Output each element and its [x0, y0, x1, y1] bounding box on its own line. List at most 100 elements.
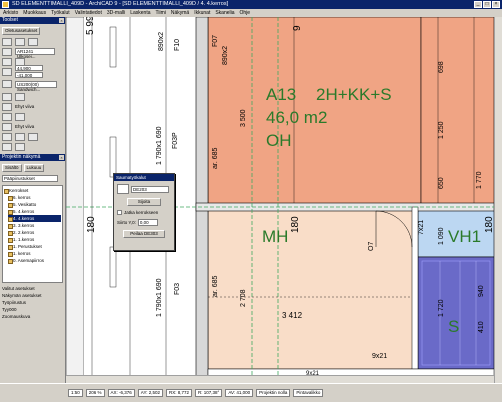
- tab-sisalto[interactable]: Sisältö: [2, 163, 22, 172]
- mirror-button[interactable]: Peilaa DE303: [123, 230, 165, 238]
- tree-item[interactable]: 1. kerros: [8, 250, 61, 257]
- tool-column[interactable]: [2, 112, 63, 121]
- navigator-view-select[interactable]: Pääpiirustukset: [2, 175, 58, 182]
- menu-item-tyokalut[interactable]: Työkalut: [51, 9, 70, 17]
- dim-1770: 1 770: [476, 171, 483, 189]
- tree-item[interactable]: Kerrokset: [4, 187, 61, 194]
- coordinate-icon: [2, 67, 12, 76]
- tree-item[interactable]: 4. 4.kerros: [8, 215, 61, 222]
- tree-item[interactable]: 1. 1.kerros: [8, 236, 61, 243]
- coord-field-2[interactable]: -41,000: [15, 72, 43, 78]
- element-type-field[interactable]: DE203: [131, 185, 169, 193]
- surface-menu[interactable]: Pintavalikko: [293, 389, 324, 397]
- footer-view-settings[interactable]: Näkymän asetukset: [2, 292, 63, 299]
- tree-item[interactable]: 0. Asemapiirros: [8, 257, 61, 264]
- menu-item-nakyma[interactable]: Näkymä: [171, 9, 189, 17]
- tool-dimension[interactable]: [2, 132, 63, 141]
- marquee-tool-icon[interactable]: [15, 37, 25, 46]
- footer-type[interactable]: Tyy000: [2, 306, 63, 313]
- place-button[interactable]: Sijoita: [127, 198, 161, 206]
- tool-slab[interactable]: US200(00) Sandwich...: [2, 77, 63, 92]
- close-button[interactable]: ×: [492, 1, 500, 8]
- coord-ay: AY: 2,502: [137, 389, 163, 397]
- menu-item-ohje[interactable]: Ohje: [240, 9, 251, 17]
- dim-180-b: 180: [290, 216, 301, 233]
- menu-item-valintatiedot[interactable]: Valintatiedot: [75, 9, 102, 17]
- dim-698: 698: [438, 61, 445, 73]
- room-a13-floor: OH: [266, 131, 292, 150]
- tool-fill[interactable]: Ehyt viiva: [2, 102, 63, 111]
- dim-f07: F07: [212, 34, 219, 47]
- toolbox-close-button[interactable]: ×: [59, 18, 64, 23]
- dim-ar685-a: ar. 685: [212, 147, 219, 169]
- coord-angle: R: 107,38°: [195, 389, 223, 397]
- tool-text[interactable]: Ehyt viiva: [2, 122, 63, 131]
- menu-item-ikkunat[interactable]: Ikkunat: [194, 9, 210, 17]
- tree-item[interactable]: 6. kerros: [8, 194, 61, 201]
- mesh-tool-icon[interactable]: [15, 92, 25, 101]
- tree-item[interactable]: 5. 4.kerros: [8, 208, 61, 215]
- vertical-scrollbar[interactable]: [494, 17, 502, 383]
- navigator-header-row: Pääpiirustukset: [2, 174, 63, 183]
- menu-item-skanelia[interactable]: Skanelia: [215, 9, 234, 17]
- room-s: [417, 256, 495, 370]
- minimize-button[interactable]: _: [474, 1, 482, 8]
- tree-item[interactable]: 3. 3.kerros: [8, 222, 61, 229]
- room-vh1-name: VH1: [448, 227, 482, 246]
- label-tool-icon[interactable]: [28, 132, 38, 141]
- slab-type-field[interactable]: US200(00) Sandwich...: [15, 80, 57, 92]
- eyedropper-tool-icon[interactable]: [28, 37, 38, 46]
- project-zero[interactable]: Projektin nolla: [256, 389, 291, 397]
- tool-arrow[interactable]: [2, 37, 63, 46]
- footer-zoom[interactable]: Zoomauskuva: [2, 313, 63, 320]
- menu-item-laskenta[interactable]: Laskenta: [130, 9, 150, 17]
- navigator-title: Projektin näkymä: [2, 154, 41, 160]
- continue-floor-checkbox[interactable]: [117, 210, 122, 215]
- tool-roof[interactable]: [2, 92, 63, 101]
- tab-lukuuu[interactable]: Lukuuu: [23, 163, 45, 172]
- beam-tool-icon[interactable]: [15, 112, 25, 121]
- tool-wall[interactable]: AR1241 Ulkosei...: [2, 47, 63, 59]
- navigator-close-button[interactable]: ×: [59, 155, 64, 160]
- dim-1720: 1 720: [438, 299, 445, 317]
- dim-9x21-a: 9x21: [372, 353, 388, 360]
- maximize-button[interactable]: □: [483, 1, 491, 8]
- menu-item-tiimi[interactable]: Tiimi: [156, 9, 166, 17]
- section-tool-icon[interactable]: [15, 142, 25, 151]
- tree-item[interactable]: 1. Perustukset: [8, 243, 61, 250]
- menu-item-arkisto[interactable]: Arkisto: [3, 9, 18, 17]
- dim-1790x1690-a: 1 790x1 690: [156, 126, 163, 165]
- camera-tool-icon: [2, 142, 12, 151]
- offset-label: Siirto Y,0:: [117, 220, 136, 225]
- dim-410: 410: [478, 321, 485, 333]
- level-tool-icon[interactable]: [15, 132, 25, 141]
- dim-2708: 2 708: [240, 289, 247, 307]
- archicad-app-icon: [2, 1, 9, 8]
- room-mh-name: MH: [262, 227, 289, 246]
- footer-working-drawing[interactable]: Työpiirustus: [2, 299, 63, 306]
- seam-tools-dialog: Saumatyökalut DE203 Sijoita Jatka kerrok…: [113, 173, 175, 251]
- settings-button[interactable]: Oletusasetukset: [2, 26, 41, 35]
- dim-o7: O7: [368, 241, 375, 251]
- menu-item-3d-malli[interactable]: 3D-malli: [107, 9, 125, 17]
- horizontal-scrollbar[interactable]: [66, 375, 494, 383]
- footer-selected-settings[interactable]: Valitut asetukset: [2, 285, 63, 292]
- tool-camera[interactable]: [2, 142, 63, 151]
- tree-item[interactable]: 2. 2.kerros: [8, 229, 61, 236]
- room-a13-right: [420, 17, 495, 208]
- dim-3500: 3 500: [240, 109, 247, 127]
- scale-field[interactable]: 1:50: [68, 389, 83, 397]
- dim-1790x1690-b: 1 790x1 690: [156, 278, 163, 317]
- navigator-title-bar: Projektin näkymä ×: [0, 154, 65, 161]
- zoom-field[interactable]: 206 %: [85, 389, 105, 397]
- menu-item-muokkaus[interactable]: Muokkaus: [23, 9, 46, 17]
- dim-890x2-b: 890x2: [222, 45, 229, 65]
- offset-field[interactable]: 0,00: [137, 219, 158, 226]
- tree-item[interactable]: 5. Vesikatto: [8, 201, 61, 208]
- fill-tool-icon: [2, 102, 12, 111]
- text-tool-icon: [2, 122, 12, 131]
- dim-7x21: 7x21: [418, 219, 425, 235]
- wall-type-field[interactable]: AR1241 Ulkosei...: [15, 48, 55, 59]
- dim-f03: F03: [174, 282, 181, 295]
- coord-field-1[interactable]: 44,900: [15, 65, 43, 71]
